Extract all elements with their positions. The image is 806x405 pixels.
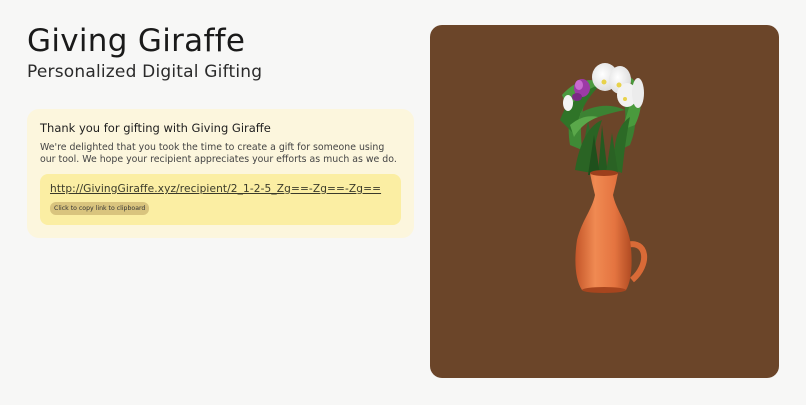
card-message: We're delighted that you took the time t…	[40, 142, 397, 165]
app-title: Giving Giraffe	[27, 23, 246, 59]
gift-link[interactable]: http://GivingGiraffe.xyz/recipient/2_1-2…	[50, 183, 391, 195]
app-subtitle: Personalized Digital Gifting	[27, 62, 263, 82]
vase	[575, 170, 648, 293]
left-panel: Giving Giraffe Personalized Digital Gift…	[27, 22, 417, 238]
flower-vase-render	[560, 63, 648, 293]
copy-link-button[interactable]: Click to copy link to clipboard	[50, 202, 150, 215]
page: Giving Giraffe Personalized Digital Gift…	[0, 0, 806, 405]
gift-3d-viewer[interactable]	[430, 25, 779, 378]
thank-you-card: Thank you for gifting with Giving Giraff…	[27, 109, 414, 238]
card-title: Thank you for gifting with Giving Giraff…	[40, 121, 271, 135]
link-box: http://GivingGiraffe.xyz/recipient/2_1-2…	[40, 174, 401, 225]
